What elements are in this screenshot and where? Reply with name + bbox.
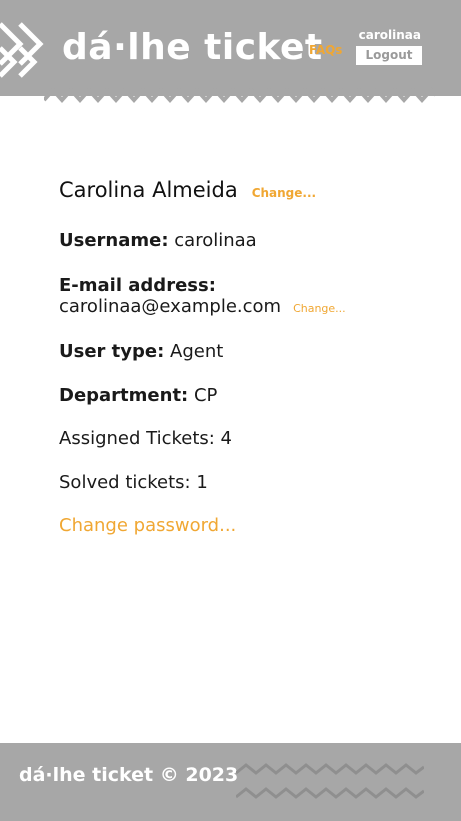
assigned-tickets: Assigned Tickets: 4 [59,428,232,449]
department-field: Department: CP [59,385,217,406]
header-zigzag-decoration [44,87,436,103]
site-title-link[interactable]: dá·lhe ticket [62,24,323,72]
footer-zigzag-decoration [236,763,424,799]
profile-card: Carolina Almeida Change... [59,178,439,208]
solved-tickets: Solved tickets: 1 [59,472,208,493]
user-type-field: User type: Agent [59,341,223,362]
logout-button[interactable]: Logout [356,46,422,65]
username-label: Username: [59,230,169,251]
profile-name: Carolina Almeida [59,178,238,202]
email-field: E-mail address: carolinaa@example.com Cha… [59,275,346,317]
change-name-link[interactable]: Change... [252,186,316,200]
site-footer: dá·lhe ticket © 2023 [0,743,461,821]
username-value: carolinaa [174,230,257,251]
email-value: carolinaa@example.com [59,296,282,317]
site-header: dá·lhe ticket FAQs carolinaa Logout [0,0,461,103]
logo-zigzag-icon [0,22,44,78]
faqs-link[interactable]: FAQs [309,43,342,57]
profile-name-row: Carolina Almeida Change... [59,178,439,208]
header-username: carolinaa [358,28,421,42]
department-label: Department: [59,385,189,406]
change-password-link[interactable]: Change password... [59,515,236,536]
footer-copyright: dá·lhe ticket © 2023 [19,764,239,786]
change-email-link[interactable]: Change... [293,302,346,315]
user-type-label: User type: [59,341,165,362]
email-label: E-mail address: [59,275,216,296]
user-type-value: Agent [170,341,224,362]
department-value: CP [193,385,218,406]
username-field: Username: carolinaa [59,230,257,251]
